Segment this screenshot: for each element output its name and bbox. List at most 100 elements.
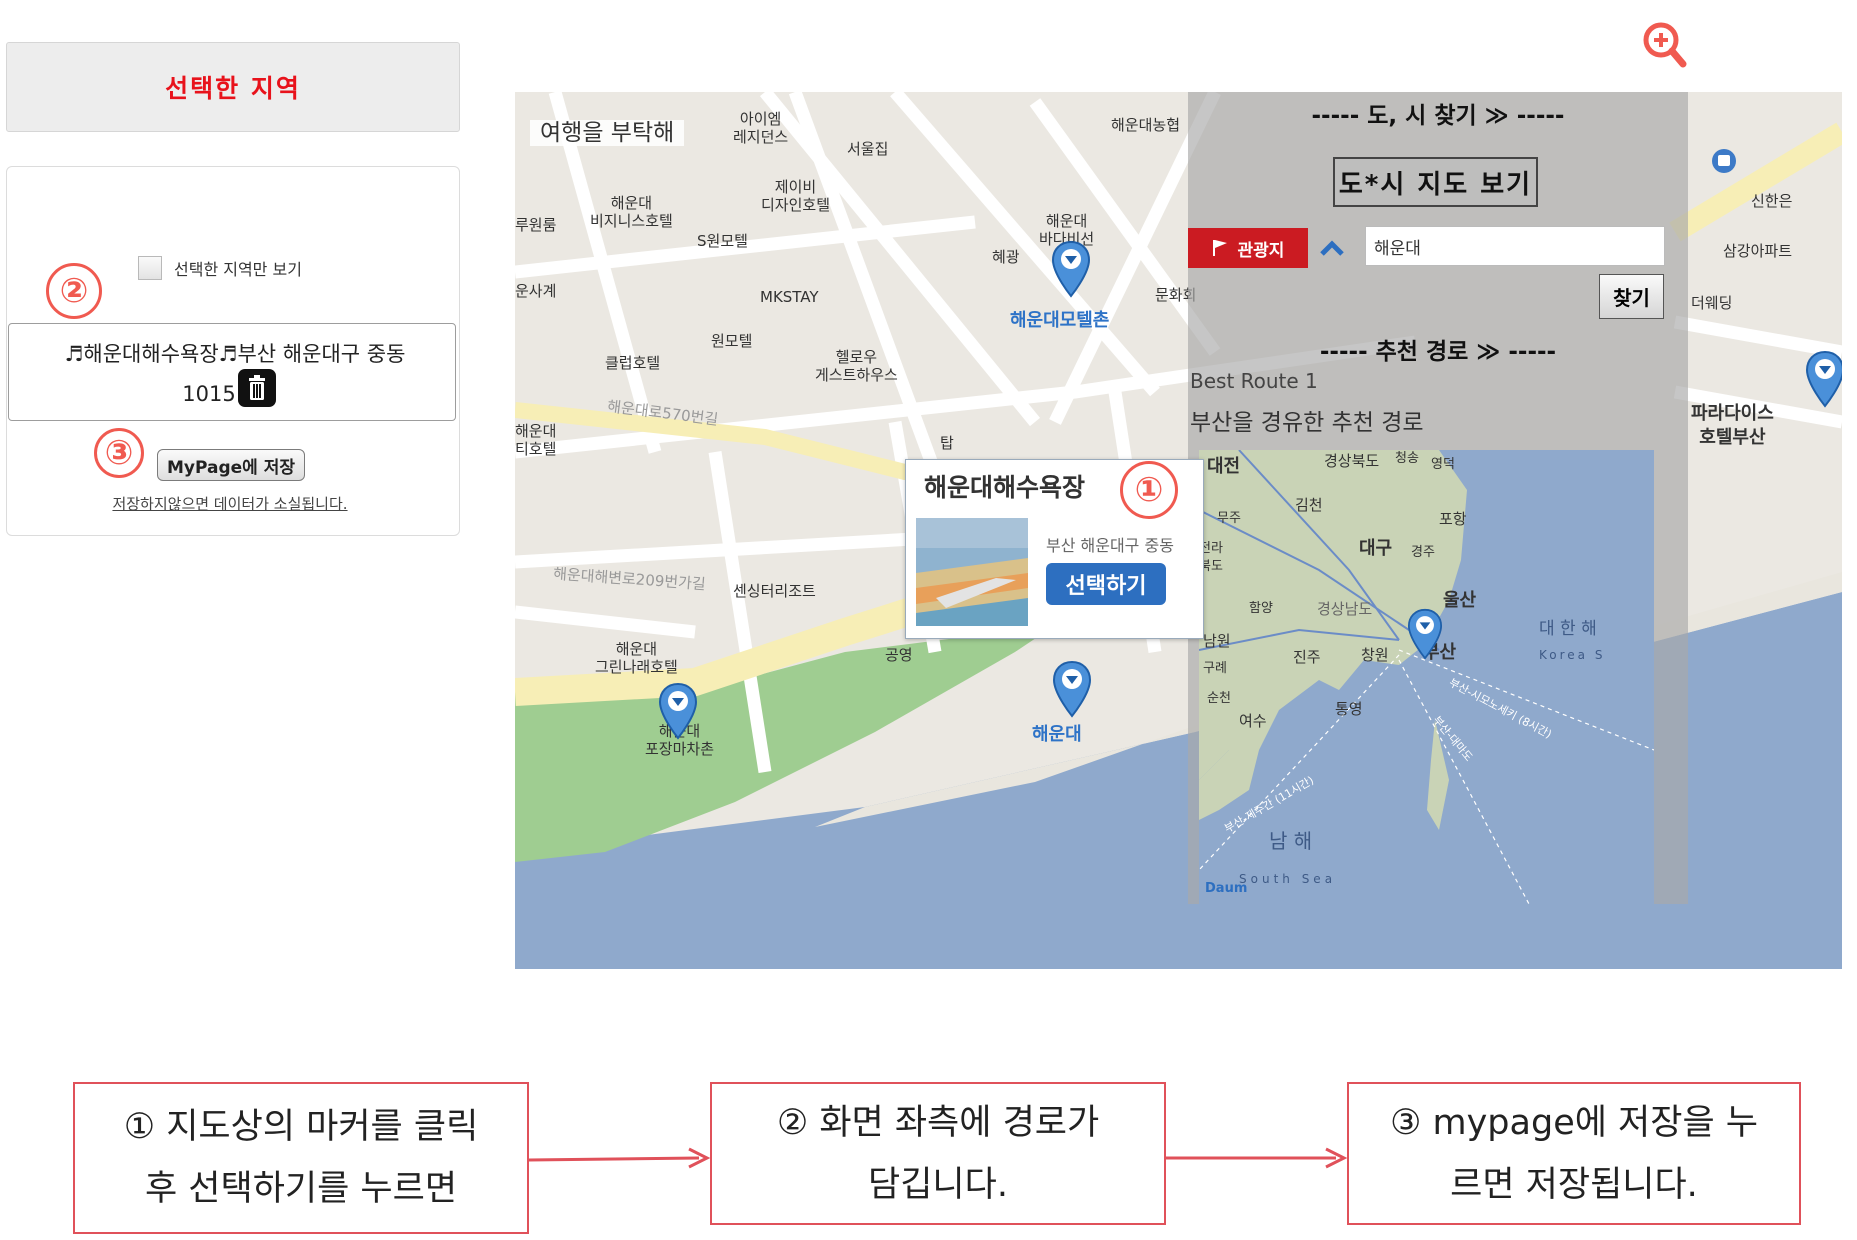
step-3-box: ③ mypage에 저장을 누 르면 저장됩니다.: [1347, 1082, 1801, 1225]
map-label-samgang: 삼강아파트: [1723, 242, 1793, 260]
mini-label-yeosu: 여수: [1239, 712, 1267, 730]
map-label-seoul: 서울집: [847, 140, 889, 158]
mini-label-muju: 무주: [1217, 511, 1241, 526]
arrow-right-icon: [1166, 1147, 1348, 1169]
best-route-title[interactable]: Best Route 1: [1190, 369, 1318, 393]
city-map-button[interactable]: 도*시 지도 보기: [1333, 157, 1538, 207]
map-label-left-c: 해운대 티호텔: [515, 422, 557, 458]
mini-label-changwon: 창원: [1361, 646, 1389, 664]
only-selected-row[interactable]: 선택한 지역만 보기: [138, 256, 302, 280]
map-label-wonmotel: 원모텔: [711, 332, 753, 350]
zoom-in-icon[interactable]: [1641, 20, 1687, 74]
bus-icon: [1712, 149, 1736, 173]
map-label-swon: S원모텔: [697, 232, 748, 250]
step-2-line2: 담깁니다.: [868, 1164, 1008, 1205]
mini-label-hamyang: 함양: [1249, 601, 1273, 616]
map-label-haeundae: 해운대: [1032, 724, 1082, 745]
map-label-haeundae-motel: 해운대모텔촌: [1010, 310, 1110, 331]
step-2-marker: ②: [46, 263, 102, 319]
map-label-green: 해운대 그린나래호텔: [595, 640, 678, 676]
mini-map-base: [1199, 450, 1654, 904]
map-label-mkstay: MKSTAY: [760, 288, 819, 306]
save-to-mypage-button[interactable]: MyPage에 저장: [157, 449, 305, 481]
map-label-aiem: 아이엠 레지던스: [733, 110, 789, 146]
map-label-left-b: 운사계: [515, 282, 557, 300]
mini-korea-map[interactable]: 경상북도 청송 영덕 대전 김천 포항 무주 전라 북도 대구 경주 함양 경상…: [1199, 450, 1654, 904]
mini-label-gimcheon: 김천: [1295, 496, 1323, 514]
best-route-description: 부산을 경유한 추천 경로: [1190, 410, 1424, 436]
map-label-paradise: 파라다이스 호텔부산: [1691, 403, 1774, 448]
map-label-centum: 센싱터리조트: [733, 582, 816, 600]
map-label-left-a: 루원룸: [515, 216, 557, 234]
map-pin-icon[interactable]: [1052, 660, 1092, 718]
step-1-line2: 후 선택하기를 누르면: [144, 1169, 458, 1209]
mini-label-gure: 구례: [1203, 661, 1227, 676]
map-pin-icon[interactable]: [1051, 240, 1091, 298]
step-3-line2: 르면 저장됩니다.: [1450, 1164, 1698, 1205]
step-3-circle: ③: [94, 428, 144, 478]
recommended-route-header: ----- 추천 경로 ≫ -----: [1319, 339, 1557, 365]
find-button[interactable]: 찾기: [1599, 274, 1664, 319]
map-label-business-hotel: 해운대 비지니스호텔: [590, 194, 673, 230]
map-label-haeundae-nonghyup: 해운대농협: [1111, 116, 1181, 134]
mini-label-gyeongbuk: 경상북도: [1324, 452, 1380, 470]
step-2-line1: ② 화면 좌측에 경로가: [776, 1102, 1100, 1143]
step-1-box: ① 지도상의 마커를 클릭 후 선택하기를 누르면: [73, 1082, 529, 1234]
chevron-up-icon[interactable]: [1314, 234, 1350, 264]
search-input[interactable]: [1365, 226, 1665, 266]
mini-label-namhae: 남 해: [1269, 829, 1313, 853]
map-label-wedding: 더웨딩: [1691, 294, 1733, 312]
category-dropdown[interactable]: 관광지: [1188, 228, 1308, 268]
mini-label-jinju: 진주: [1293, 648, 1321, 666]
mini-label-daegu: 대구: [1359, 538, 1393, 559]
travel-chip-label: 여행을 부탁해: [530, 120, 685, 146]
selected-region-header: 선택한 지역: [6, 42, 460, 132]
map-label-gongyeong: 공영: [885, 646, 913, 664]
map-label-hello: 헬로우 게스트하우스: [815, 348, 898, 384]
mini-label-cheongsong: 청송: [1395, 451, 1419, 466]
step-3-marker: ③: [94, 428, 144, 478]
map-pin-icon[interactable]: [1407, 608, 1443, 660]
step-2-box: ② 화면 좌측에 경로가 담깁니다.: [710, 1082, 1166, 1225]
mini-label-south-sea: South Sea: [1239, 872, 1337, 886]
save-warning-text: 저장하지않으면 데이터가 소실됩니다.: [112, 495, 348, 513]
category-label: 관광지: [1237, 240, 1285, 261]
step-2-circle: ②: [46, 263, 102, 319]
city-find-header: ----- 도, 시 찾기 ≫ -----: [1311, 103, 1565, 129]
step-1-circle: ①: [1120, 461, 1178, 519]
map-label-sinhan: 신한은: [1751, 192, 1793, 210]
info-window-address: 부산 해운대구 중동: [1046, 536, 1174, 555]
only-selected-checkbox[interactable]: [138, 256, 162, 280]
step-1-marker: ①: [1120, 461, 1178, 519]
route-item-line1: ♬해운대해수욕장♬부산 해운대구 중동: [64, 342, 406, 366]
mini-label-pohang: 포항: [1439, 510, 1467, 528]
arrow-right-icon: [529, 1147, 711, 1169]
trash-icon[interactable]: [238, 369, 276, 407]
route-item-line2: 1015: [182, 382, 236, 406]
only-selected-label: 선택한 지역만 보기: [174, 260, 302, 279]
mini-label-namwon: 남원: [1203, 632, 1231, 650]
mini-label-ulsan: 울산: [1443, 590, 1477, 611]
mini-label-suncheon: 순천: [1207, 691, 1231, 706]
mini-label-daejeon: 대전: [1207, 456, 1241, 477]
step-1-line1: ① 지도상의 마커를 클릭: [123, 1107, 479, 1147]
flag-icon: [1212, 240, 1227, 256]
info-window-title: 해운대해수욕장: [924, 473, 1086, 502]
mini-label-tongyeong: 통영: [1335, 700, 1363, 718]
map-label-jeibi: 제이비 디자인호텔: [761, 178, 831, 214]
mini-label-korea-strait: 대 한 해: [1539, 619, 1597, 639]
select-place-button[interactable]: 선택하기: [1046, 563, 1166, 605]
map-pin-icon[interactable]: [1805, 350, 1842, 408]
map-pin-icon[interactable]: [658, 682, 698, 740]
map-label-club: 클럽호텔: [605, 354, 661, 372]
mini-label-gyeongju: 경주: [1411, 545, 1435, 560]
mini-label-yeongdeok: 영덕: [1431, 457, 1455, 472]
mini-label-gyeongnam: 경상남도: [1317, 600, 1373, 618]
map-label-hyegwang: 혜광: [992, 248, 1020, 266]
route-item-text: ♬해운대해수욕장♬부산 해운대구 중동 1015: [30, 334, 440, 414]
beach-photo: [916, 518, 1028, 626]
map-label-tap: 탑: [940, 434, 954, 452]
step-3-line1: ③ mypage에 저장을 누: [1390, 1102, 1758, 1143]
map-view[interactable]: 여행을 부탁해 아이엠 레지던스 서울집 해운대농협 해운대 비지니스호텔 제이…: [515, 92, 1842, 969]
mini-label-korea-strait-en: Korea S: [1539, 648, 1606, 662]
